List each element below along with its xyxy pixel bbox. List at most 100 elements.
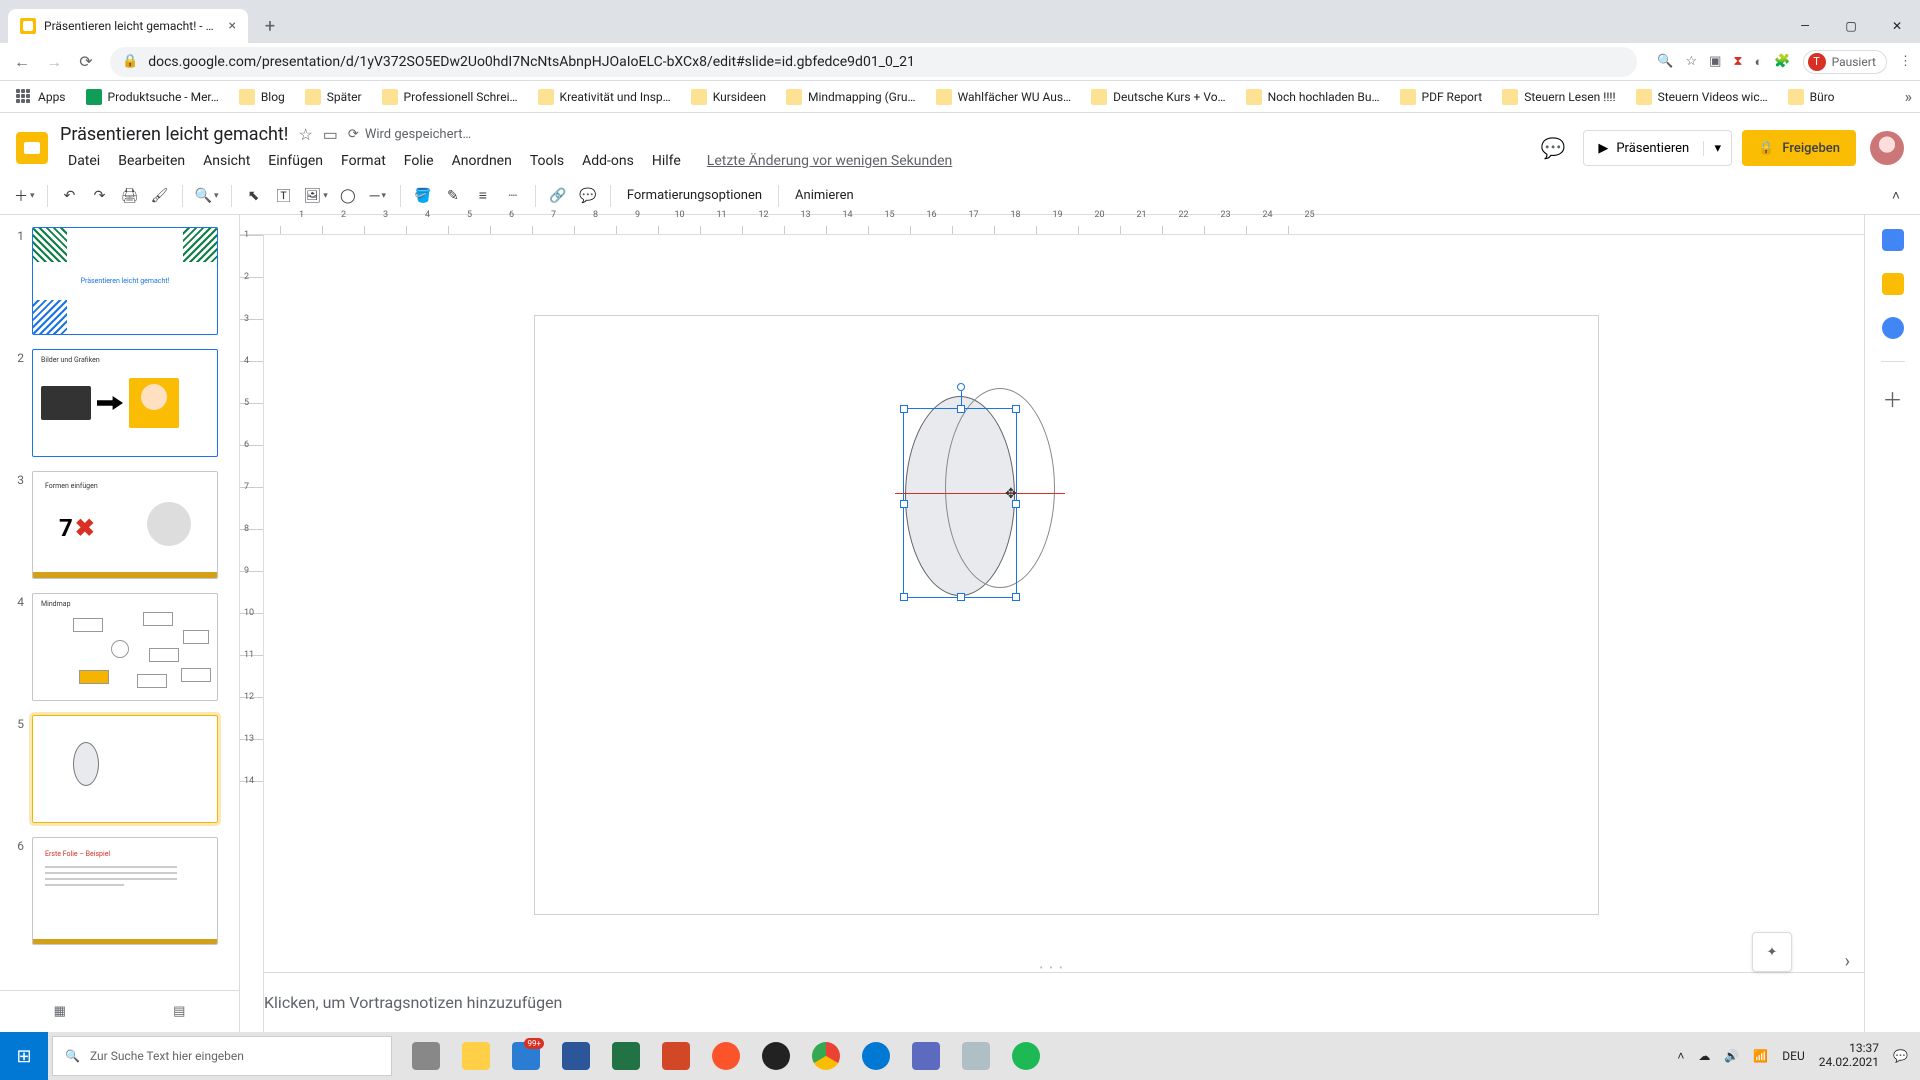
zoom-button[interactable]: 🔍	[191, 182, 223, 210]
slide-thumb-row[interactable]: 3 Formen einfügen 7✖	[8, 471, 227, 579]
taskbar-search[interactable]: 🔍 Zur Suche Text hier eingeben	[52, 1036, 392, 1076]
extension-blocked-icon[interactable]: ⧗	[1733, 54, 1742, 69]
task-view-button[interactable]	[402, 1032, 450, 1080]
zoom-icon[interactable]: 🔍	[1657, 54, 1673, 69]
rotate-handle[interactable]	[957, 383, 965, 391]
app-button[interactable]	[902, 1032, 950, 1080]
menu-bearbeiten[interactable]: Bearbeiten	[110, 149, 193, 173]
qrcode-icon[interactable]: ▣	[1709, 54, 1721, 69]
slide-thumbnail-2[interactable]: Bilder und Grafiken	[32, 349, 218, 457]
ruler-vertical[interactable]: 1234567891011121314	[240, 235, 264, 1032]
menu-ansicht[interactable]: Ansicht	[195, 149, 258, 173]
browser-tab-active[interactable]: Präsentieren leicht gemacht! - G… ×	[8, 9, 248, 43]
extensions-icon[interactable]: 🧩	[1774, 54, 1790, 69]
paint-format-button[interactable]: 🖌	[146, 182, 174, 210]
menu-format[interactable]: Format	[333, 149, 394, 173]
bookmark-apps[interactable]: Apps	[8, 85, 74, 109]
file-explorer-button[interactable]	[452, 1032, 500, 1080]
redo-button[interactable]: ↷	[86, 182, 114, 210]
insert-image-button[interactable]: 🖼	[300, 182, 332, 210]
insert-line-button[interactable]: ─	[364, 182, 392, 210]
nav-back-button[interactable]: ←	[8, 48, 36, 76]
resize-handle-se[interactable]	[1012, 593, 1020, 601]
slide-thumbnail-6[interactable]: Erste Folie – Beispiel	[32, 837, 218, 945]
window-minimize-button[interactable]: —	[1782, 9, 1828, 43]
speaker-notes-splitter[interactable]: • • •	[240, 964, 1864, 972]
language-indicator[interactable]: DEU	[1782, 1049, 1804, 1063]
menu-addons[interactable]: Add-ons	[574, 149, 642, 173]
bookmark-item[interactable]: Produktsuche - Mer…	[78, 85, 227, 109]
window-close-button[interactable]: ✕	[1874, 9, 1920, 43]
brave-button[interactable]	[702, 1032, 750, 1080]
slide-thumbnail-4[interactable]: Mindmap	[32, 593, 218, 701]
taskbar-clock[interactable]: 13:37 24.02.2021	[1819, 1042, 1879, 1070]
menu-tools[interactable]: Tools	[522, 149, 572, 173]
ruler-horizontal[interactable]: 1234567891011121314151617181920212223242…	[240, 215, 1864, 235]
undo-button[interactable]: ↶	[56, 182, 84, 210]
slide-thumb-row[interactable]: 5	[8, 715, 227, 823]
resize-handle-s[interactable]	[957, 593, 965, 601]
slide-thumbnail-1[interactable]: Präsentieren leicht gemacht!	[32, 227, 218, 335]
border-color-button[interactable]: ✎	[439, 182, 467, 210]
bookmark-item[interactable]: Mindmapping (Gru…	[778, 85, 924, 109]
grid-view-icon[interactable]: ▤	[173, 1004, 185, 1019]
nav-reload-button[interactable]: ⟳	[72, 48, 100, 76]
bookmarks-overflow-button[interactable]: »	[1905, 87, 1913, 106]
powerpoint-button[interactable]	[652, 1032, 700, 1080]
bookmark-item[interactable]: Professionell Schrei…	[374, 85, 526, 109]
move-to-folder-icon[interactable]: ▭	[323, 125, 338, 144]
present-button[interactable]: ▶Präsentieren	[1584, 141, 1703, 156]
border-weight-button[interactable]: ≡	[469, 182, 497, 210]
account-avatar[interactable]	[1870, 131, 1904, 165]
chrome-button[interactable]	[802, 1032, 850, 1080]
resize-handle-n[interactable]	[957, 405, 965, 413]
resize-handle-ne[interactable]	[1012, 405, 1020, 413]
tab-close-icon[interactable]: ×	[229, 19, 236, 33]
slide-thumbnail-3[interactable]: Formen einfügen 7✖	[32, 471, 218, 579]
slide-thumbnail-5[interactable]	[32, 715, 218, 823]
chrome-menu-icon[interactable]: ⋮	[1899, 54, 1912, 69]
new-slide-button[interactable]: ＋	[10, 182, 39, 210]
slide-thumb-row[interactable]: 4 Mindmap	[8, 593, 227, 701]
slide-thumb-row[interactable]: 2 Bilder und Grafiken	[8, 349, 227, 457]
bookmark-item[interactable]: Deutsche Kurs + Vo…	[1083, 85, 1233, 109]
editor-stage[interactable]: ✥	[264, 235, 1864, 964]
insert-shape-button[interactable]: ◯	[334, 182, 362, 210]
animate-button[interactable]: Animieren	[787, 182, 862, 210]
slide-thumb-row[interactable]: 1 Präsentieren leicht gemacht!	[8, 227, 227, 335]
bookmark-item[interactable]: Kursideen	[683, 85, 774, 109]
profile-chip[interactable]: T Pausiert	[1803, 50, 1887, 74]
omnibox[interactable]: 🔒 docs.google.com/presentation/d/1yV372S…	[110, 47, 1637, 77]
nav-forward-button[interactable]: →	[40, 48, 68, 76]
start-button[interactable]: ⊞	[0, 1032, 48, 1080]
bookmark-star-icon[interactable]: ☆	[1685, 54, 1697, 69]
selection-box[interactable]	[903, 408, 1017, 598]
filmstrip-view-icon[interactable]: ▦	[54, 1004, 66, 1019]
last-edit-link[interactable]: Letzte Änderung vor wenigen Sekunden	[699, 149, 960, 173]
slide-thumb-row[interactable]: 6 Erste Folie – Beispiel	[8, 837, 227, 945]
present-dropdown-button[interactable]: ▾	[1703, 141, 1731, 156]
menu-einfuegen[interactable]: Einfügen	[260, 149, 331, 173]
collapse-toolbar-button[interactable]: ˄	[1882, 182, 1910, 210]
slides-logo-icon[interactable]	[12, 128, 52, 168]
new-tab-button[interactable]: +	[256, 12, 284, 40]
volume-icon[interactable]: 🔊	[1724, 1049, 1739, 1063]
speaker-notes[interactable]: Klicken, um Vortragsnotizen hinzuzufügen	[240, 972, 1864, 1032]
wifi-icon[interactable]: 📶	[1753, 1049, 1768, 1063]
border-dash-button[interactable]: ┈	[499, 182, 527, 210]
explore-button[interactable]: ✦	[1752, 932, 1792, 972]
resize-handle-nw[interactable]	[900, 405, 908, 413]
insert-link-button[interactable]: 🔗	[544, 182, 572, 210]
slide-canvas[interactable]: ✥	[534, 315, 1599, 915]
calendar-addon-icon[interactable]	[1882, 229, 1904, 251]
spotify-button[interactable]	[1002, 1032, 1050, 1080]
bookmark-item[interactable]: Später	[297, 85, 370, 109]
menu-hilfe[interactable]: Hilfe	[644, 149, 689, 173]
bookmark-item[interactable]: Büro	[1780, 85, 1843, 109]
print-button[interactable]: 🖨	[116, 182, 144, 210]
edge-button[interactable]	[852, 1032, 900, 1080]
star-icon[interactable]: ☆	[298, 125, 312, 144]
incognito-avail-icon[interactable]: ◐	[1755, 54, 1763, 70]
select-tool-button[interactable]: ⬉	[240, 182, 268, 210]
share-button[interactable]: 🔒Freigeben	[1742, 130, 1856, 166]
